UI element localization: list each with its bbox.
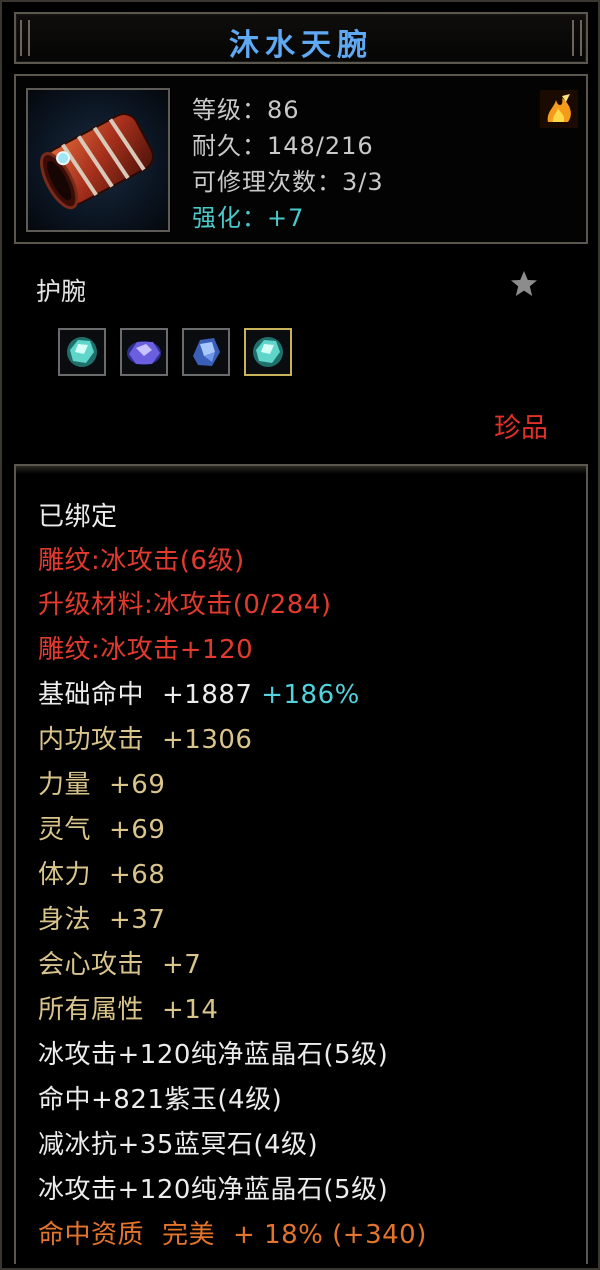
stat-internal-attack: 内功攻击 +1306: [38, 719, 252, 756]
stat-name: 内功攻击: [38, 725, 145, 755]
gem-slot[interactable]: [120, 328, 168, 376]
stat-value: +1887: [162, 680, 253, 710]
gem-stat-line: 冰攻击+120纯净蓝晶石(5级): [38, 1175, 389, 1205]
item-type: 护腕: [36, 277, 87, 306]
stat-name: 基础命中: [38, 680, 145, 710]
stat-name: 灵气: [38, 815, 92, 845]
stat-value: +7: [162, 950, 202, 980]
stat-all-attributes: 所有属性 +14: [38, 989, 218, 1026]
quality-name: 命中资质: [38, 1220, 145, 1250]
purple-gem-icon: [127, 341, 161, 365]
fire-skill-icon: [540, 90, 578, 128]
item-info-panel: 等级：86 耐久：148/216 可修理次数：3/3 强化：+7: [14, 74, 588, 244]
stat-value: +69: [109, 815, 166, 845]
stat-name: 力量: [38, 770, 92, 800]
item-tooltip: 沐水天腕 等级：86 耐久：148/216 可修理次数：3/3 强化：+7 护腕…: [0, 0, 600, 1270]
stat-name: 会心攻击: [38, 950, 145, 980]
item-durability: 耐久：148/216: [192, 132, 374, 160]
gem-slot-selected[interactable]: [244, 328, 292, 376]
properties-panel: 已绑定 雕纹:冰攻击(6级) 升级材料:冰攻击(0/284) 雕纹:冰攻击+12…: [14, 464, 588, 1264]
stat-value: +68: [109, 860, 166, 890]
stat-spirit: 灵气 +69: [38, 809, 165, 846]
engrave-line: 雕纹:冰攻击(6级): [38, 546, 245, 576]
stat-value: +69: [109, 770, 166, 800]
stat-percent: +186%: [261, 680, 360, 710]
stat-hit-base: 基础命中 +1887 +186%: [38, 674, 360, 711]
stat-agility: 身法 +37: [38, 899, 165, 936]
bound-status: 已绑定: [38, 502, 118, 532]
item-rarity: 珍品: [494, 413, 548, 444]
item-level: 等级：86: [192, 96, 300, 124]
stat-name: 身法: [38, 905, 92, 935]
teal-gem-icon: [253, 337, 283, 367]
stat-stamina: 体力 +68: [38, 854, 165, 891]
item-name: 沐水天腕: [229, 28, 373, 63]
quality-value: + 18% (+340): [233, 1220, 427, 1250]
stat-name: 体力: [38, 860, 92, 890]
item-enhance-level: 强化：+7: [192, 204, 305, 232]
stat-value: +1306: [162, 725, 253, 755]
stat-value: +37: [109, 905, 166, 935]
item-repair-count: 可修理次数：3/3: [192, 168, 384, 196]
stat-strength: 力量 +69: [38, 764, 165, 801]
gem-stat-line: 减冰抗+35蓝冥石(4级): [38, 1130, 319, 1160]
item-icon-frame: [26, 88, 170, 232]
stat-crit: 会心攻击 +7: [38, 944, 201, 981]
quality-grade: 完美: [162, 1220, 216, 1250]
title-bar: 沐水天腕: [14, 12, 588, 64]
teal-gem-icon: [67, 337, 97, 367]
gem-stat-line: 冰攻击+120纯净蓝晶石(5级): [38, 1040, 389, 1070]
quality-line: 命中资质 完美 + 18% (+340): [38, 1214, 427, 1251]
star-icon[interactable]: [508, 268, 540, 300]
red-bracer-icon: [40, 113, 155, 210]
engrave-bonus-line: 雕纹:冰攻击+120: [38, 635, 254, 665]
gem-slot[interactable]: [182, 328, 230, 376]
blue-crystal-icon: [193, 338, 220, 366]
gem-slot[interactable]: [58, 328, 106, 376]
upgrade-material-line: 升级材料:冰攻击(0/284): [38, 590, 332, 620]
stat-value: +14: [162, 995, 219, 1025]
stat-name: 所有属性: [38, 995, 145, 1025]
gem-stat-line: 命中+821紫玉(4级): [38, 1085, 283, 1115]
